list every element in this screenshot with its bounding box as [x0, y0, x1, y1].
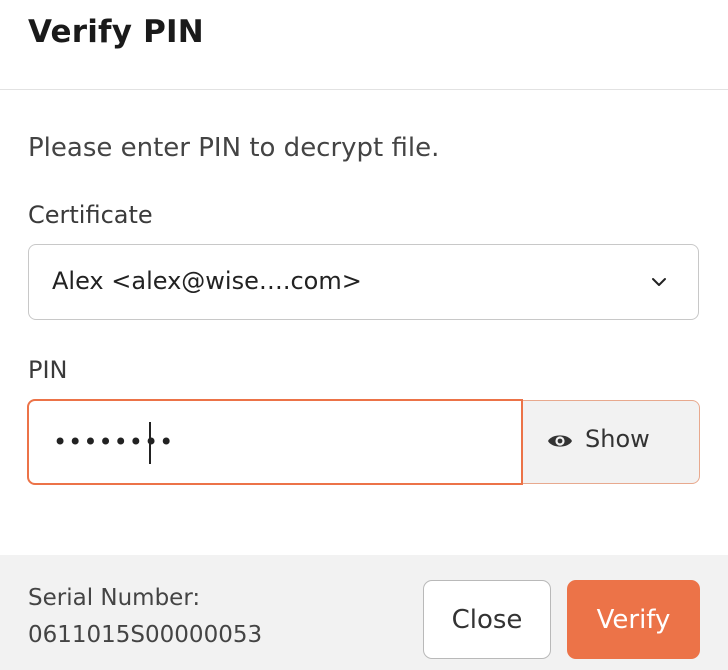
eye-icon	[548, 435, 572, 447]
chevron-down-icon	[652, 278, 666, 286]
verify-button[interactable]: Verify	[567, 580, 700, 659]
dialog-footer: Serial Number: 0611015S00000053 Close Ve…	[0, 555, 728, 670]
serial-number-value: 0611015S00000053	[28, 622, 263, 648]
pin-input-wrapper	[27, 399, 523, 485]
instruction-message: Please enter PIN to decrypt file.	[28, 133, 440, 163]
certificate-label: Certificate	[28, 201, 153, 229]
dialog-title: Verify PIN	[28, 14, 204, 50]
certificate-select[interactable]: Alex <alex@wise….com>	[28, 244, 699, 320]
dialog-header: Verify PIN	[0, 0, 728, 90]
show-pin-button[interactable]: Show	[523, 400, 700, 484]
close-button[interactable]: Close	[423, 580, 551, 659]
pin-label: PIN	[28, 356, 68, 384]
serial-number-label: Serial Number:	[28, 585, 201, 611]
text-caret	[149, 422, 151, 464]
verify-pin-dialog: Verify PIN Please enter PIN to decrypt f…	[0, 0, 728, 670]
pin-input[interactable]	[29, 401, 521, 483]
dialog-body: Please enter PIN to decrypt file. Certif…	[0, 91, 728, 555]
certificate-selected-value: Alex <alex@wise….com>	[52, 267, 362, 295]
show-pin-label: Show	[585, 425, 650, 453]
